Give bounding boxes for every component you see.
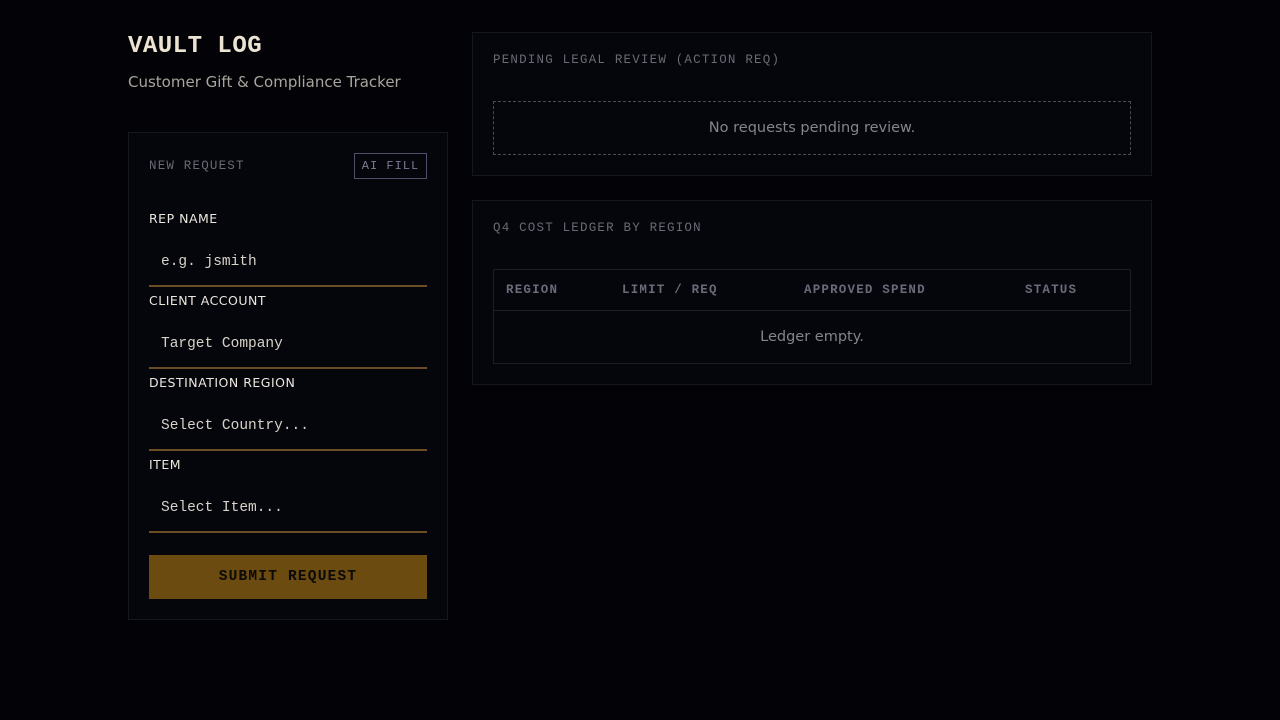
column-status: STATUS bbox=[1025, 283, 1078, 297]
ledger-panel: Q4 COST LEDGER BY REGION REGION LIMIT / … bbox=[472, 200, 1152, 385]
rep-name-field: REP NAME e.g. jsmith bbox=[149, 211, 427, 287]
pending-empty-state: No requests pending review. bbox=[493, 101, 1131, 155]
app-title: VAULT LOG bbox=[128, 33, 263, 60]
submit-request-button[interactable]: SUBMIT REQUEST bbox=[149, 555, 427, 599]
destination-region-select[interactable]: Select Country... bbox=[149, 403, 427, 451]
destination-region-label: DESTINATION REGION bbox=[149, 375, 296, 390]
pending-review-panel: PENDING LEGAL REVIEW (ACTION REQ) No req… bbox=[472, 32, 1152, 176]
new-request-label: NEW REQUEST bbox=[149, 159, 245, 173]
client-account-label: CLIENT ACCOUNT bbox=[149, 293, 266, 308]
rep-name-input[interactable]: e.g. jsmith bbox=[149, 239, 427, 287]
ledger-empty-state: Ledger empty. bbox=[760, 329, 864, 345]
new-request-panel: NEW REQUEST AI FILL REP NAME e.g. jsmith… bbox=[128, 132, 448, 620]
client-account-input[interactable]: Target Company bbox=[149, 321, 427, 369]
ai-fill-button[interactable]: AI FILL bbox=[354, 153, 427, 179]
rep-name-label: REP NAME bbox=[149, 211, 218, 226]
ledger-table: REGION LIMIT / REQ APPROVED SPEND STATUS… bbox=[493, 269, 1131, 364]
item-field: ITEM Select Item... bbox=[149, 457, 427, 533]
ledger-header-row: REGION LIMIT / REQ APPROVED SPEND STATUS bbox=[494, 270, 1130, 311]
item-label: ITEM bbox=[149, 457, 182, 472]
client-account-field: CLIENT ACCOUNT Target Company bbox=[149, 293, 427, 369]
pending-review-label: PENDING LEGAL REVIEW (ACTION REQ) bbox=[493, 53, 781, 67]
ledger-label: Q4 COST LEDGER BY REGION bbox=[493, 221, 702, 235]
column-region: REGION bbox=[506, 283, 559, 297]
destination-region-field: DESTINATION REGION Select Country... bbox=[149, 375, 427, 451]
column-limit-req: LIMIT / REQ bbox=[622, 283, 718, 297]
column-approved-spend: APPROVED SPEND bbox=[804, 283, 926, 297]
app-subtitle: Customer Gift & Compliance Tracker bbox=[128, 73, 401, 91]
item-select[interactable]: Select Item... bbox=[149, 485, 427, 533]
